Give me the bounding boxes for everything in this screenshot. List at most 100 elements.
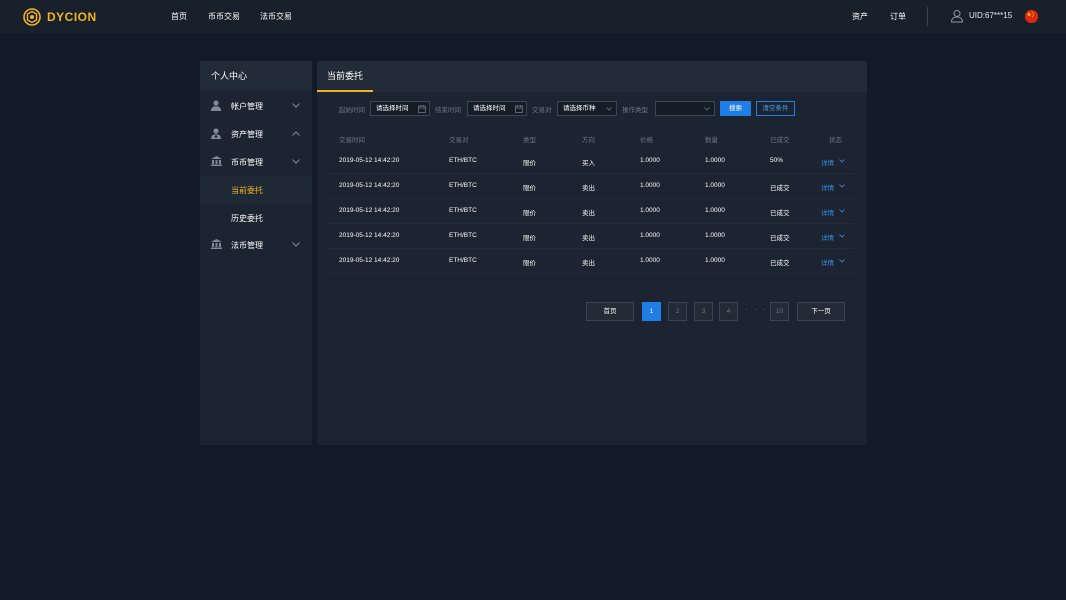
end-time-label: 结束时间 <box>435 107 461 114</box>
cell-pair: ETH/BTC <box>449 157 477 164</box>
pair-placeholder: 请选择币种 <box>563 105 596 112</box>
cell-price: 1.0000 <box>640 232 660 239</box>
page-button-last[interactable]: 10 <box>770 302 789 321</box>
chevron-down-icon[interactable] <box>839 209 845 213</box>
first-page-button[interactable]: 首页 <box>586 302 634 321</box>
nav-home[interactable]: 首页 <box>171 11 187 22</box>
sidebar-item-spot[interactable]: 币币管理 <box>200 148 312 176</box>
detail-link[interactable]: 详情 <box>821 157 834 167</box>
chevron-down-icon[interactable] <box>839 159 845 163</box>
cell-time: 2019-05-12 14:42:20 <box>339 232 400 239</box>
cell-price: 1.0000 <box>640 182 660 189</box>
logo-icon <box>23 7 41 26</box>
chevron-down-icon <box>704 107 710 111</box>
main-panel: 当前委托 起始时间 请选择时间 结束时间 请选择时间 交易对 请选择币种 操作类… <box>317 61 867 445</box>
nav-orders[interactable]: 订单 <box>890 11 906 22</box>
bank-icon <box>211 239 222 249</box>
cell-type: 限价 <box>523 210 536 217</box>
chevron-down-icon <box>606 107 612 111</box>
end-time-input[interactable]: 请选择时间 <box>467 101 527 116</box>
cell-qty: 1.0000 <box>705 257 725 264</box>
table-row: 2019-05-12 14:42:20 ETH/BTC 限价 卖出 1.0000… <box>327 174 855 199</box>
page-button-3[interactable]: 3 <box>694 302 713 321</box>
chevron-down-icon[interactable] <box>839 234 845 238</box>
sidebar-item-label: 历史委托 <box>231 213 263 223</box>
cell-side: 卖出 <box>582 185 595 192</box>
column-header: 交易时间 <box>339 137 365 144</box>
cell-type: 限价 <box>523 160 536 167</box>
chevron-down-icon[interactable] <box>839 259 845 263</box>
nav-assets[interactable]: 资产 <box>852 11 868 22</box>
start-time-input[interactable]: 请选择时间 <box>370 101 430 116</box>
user-uid[interactable]: UID:67***15 <box>969 11 1012 20</box>
cell-filled: 已成交 <box>770 235 790 242</box>
detail-link[interactable]: 详情 <box>821 207 834 217</box>
detail-link[interactable]: 详情 <box>821 232 834 242</box>
column-header: 类型 <box>523 137 536 144</box>
tab-bar: 当前委托 <box>317 61 867 92</box>
cell-side: 卖出 <box>582 235 595 242</box>
detail-link[interactable]: 详情 <box>821 182 834 192</box>
wallet-user-icon <box>211 128 221 139</box>
cell-side: 卖出 <box>582 260 595 267</box>
cell-side: 买入 <box>582 160 595 167</box>
sidebar-item-history-orders[interactable]: 历史委托 <box>200 204 312 232</box>
user-icon <box>211 100 221 111</box>
brand-name: DYCION <box>47 9 97 24</box>
column-header: 已成交 <box>770 137 790 144</box>
cell-qty: 1.0000 <box>705 207 725 214</box>
cell-filled: 已成交 <box>770 185 790 192</box>
column-header: 数量 <box>705 137 718 144</box>
cell-type: 限价 <box>523 235 536 242</box>
cell-type: 限价 <box>523 260 536 267</box>
cell-time: 2019-05-12 14:42:20 <box>339 207 400 214</box>
brand-logo[interactable]: DYCION <box>23 7 97 26</box>
search-button[interactable]: 搜索 <box>720 101 751 116</box>
operation-type-select[interactable] <box>655 101 715 116</box>
cell-filled: 50% <box>770 157 784 164</box>
nav-fiat-trading[interactable]: 法币交易 <box>260 11 292 22</box>
sidebar-item-fiat[interactable]: 法币管理 <box>200 231 312 259</box>
cell-filled: 已成交 <box>770 210 790 217</box>
sidebar-item-current-orders[interactable]: 当前委托 <box>200 176 312 204</box>
cell-time: 2019-05-12 14:42:20 <box>339 157 400 164</box>
chevron-down-icon <box>292 103 300 108</box>
china-flag-icon[interactable] <box>1025 10 1038 23</box>
sidebar-title: 个人中心 <box>200 61 312 91</box>
column-header: 方向 <box>582 137 595 144</box>
pair-label: 交易对 <box>532 107 552 114</box>
cell-qty: 1.0000 <box>705 157 725 164</box>
sidebar: 个人中心 帐户管理 资产管理 币币管理 当前委托 历史委托 法币管理 <box>200 61 312 445</box>
cell-price: 1.0000 <box>640 157 660 164</box>
chevron-up-icon <box>292 131 300 136</box>
column-header: 交易对 <box>449 137 469 144</box>
top-divider <box>927 7 928 26</box>
cell-time: 2019-05-12 14:42:20 <box>339 182 400 189</box>
clear-filters-button[interactable]: 清空条件 <box>756 101 795 116</box>
nav-spot-trading[interactable]: 币币交易 <box>208 11 240 22</box>
next-page-button[interactable]: 下一页 <box>797 302 845 321</box>
chevron-down-icon <box>292 242 300 247</box>
detail-link[interactable]: 详情 <box>821 257 834 267</box>
sidebar-item-label: 当前委托 <box>231 185 263 195</box>
pair-select[interactable]: 请选择币种 <box>557 101 617 116</box>
column-header: 状态 <box>829 137 842 144</box>
page-button-4[interactable]: 4 <box>719 302 738 321</box>
sidebar-item-account[interactable]: 帐户管理 <box>200 92 312 120</box>
cell-filled: 已成交 <box>770 260 790 267</box>
cell-side: 卖出 <box>582 210 595 217</box>
column-header: 价格 <box>640 137 653 144</box>
cell-time: 2019-05-12 14:42:20 <box>339 257 400 264</box>
chevron-down-icon[interactable] <box>839 184 845 188</box>
cell-qty: 1.0000 <box>705 232 725 239</box>
table-row: 2019-05-12 14:42:20 ETH/BTC 限价 卖出 1.0000… <box>327 224 855 249</box>
user-icon[interactable] <box>950 9 964 23</box>
top-navbar: DYCION 首页 币币交易 法币交易 资产 订单 UID:67***15 <box>0 0 1066 33</box>
tab-current-orders[interactable]: 当前委托 <box>317 61 373 92</box>
page-button-2[interactable]: 2 <box>668 302 687 321</box>
sidebar-item-label: 资产管理 <box>231 129 263 139</box>
page-button-1[interactable]: 1 <box>642 302 661 321</box>
table-row: 2019-05-12 14:42:20 ETH/BTC 限价 买入 1.0000… <box>327 149 855 174</box>
sidebar-item-assets[interactable]: 资产管理 <box>200 120 312 148</box>
cell-pair: ETH/BTC <box>449 232 477 239</box>
